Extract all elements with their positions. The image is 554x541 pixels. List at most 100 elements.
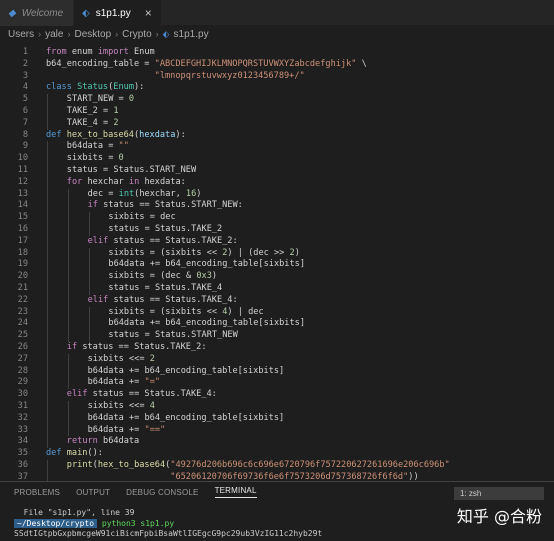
- terminal-line: SSdtIGtpbGxpbmcgeW91ciBicmFpbiBsaWtlIGEg…: [14, 529, 323, 538]
- code-token: b64data += b64_encoding_table[sixbits]: [87, 412, 285, 423]
- line-number: 10: [17, 153, 28, 164]
- line-number: 22: [17, 294, 28, 305]
- code-line[interactable]: 30 elif status == Status.TAKE_4:: [0, 389, 554, 401]
- indent-guide: [88, 318, 90, 331]
- indent-guide: [67, 353, 69, 366]
- tab-output[interactable]: OUTPUT: [76, 488, 110, 497]
- code-line[interactable]: 10 sixbits = 0: [0, 153, 554, 165]
- code-token: b64data += b64_encoding_table[sixbits]: [108, 318, 305, 329]
- indent-guide: [47, 106, 48, 118]
- code-line[interactable]: 19 b64data += b64_encoding_table[sixbits]: [0, 259, 554, 272]
- code-line[interactable]: 32 b64data += b64_encoding_table[sixbits]: [0, 412, 554, 425]
- code-editor[interactable]: 1 from enum import Enum 2 b64_encoding_tabl…: [0, 43, 554, 481]
- code-line[interactable]: 26 if status == Status.TAKE_2:: [0, 342, 554, 354]
- code-line[interactable]: 9 b64data = "": [0, 141, 554, 154]
- code-line[interactable]: 25 status = Status.START_NEW: [0, 330, 554, 342]
- code-token: 2: [113, 117, 119, 128]
- code-token: in: [128, 176, 140, 187]
- code-line[interactable]: 8 def hex_to_base64(hexdata):: [0, 130, 554, 142]
- code-token: TAKE_2 =: [66, 106, 114, 116]
- code-line[interactable]: 3 "lmnopqrstuvwxyz0123456789+/": [0, 71, 554, 83]
- code-token: 0: [128, 94, 135, 105]
- terminal-line: File "s1p1.py", line 39: [14, 508, 135, 517]
- breadcrumb-item[interactable]: Users: [8, 29, 34, 40]
- code-text: b64data += "=": [88, 377, 160, 389]
- code-text: print(hex_to_base64("49276d206b696c6c696…: [67, 460, 450, 472]
- code-text: status = Status.TAKE_4: [108, 283, 222, 295]
- code-token: sixbits = (sixbits <<: [108, 306, 223, 317]
- breadcrumb-item[interactable]: Crypto: [122, 29, 151, 40]
- line-number: 4: [22, 82, 28, 93]
- code-text: sixbits = (sixbits << 2) | (dec >> 2): [108, 248, 299, 260]
- indent-guide: [88, 224, 90, 236]
- code-line[interactable]: 11 status = Status.START_NEW: [0, 165, 554, 177]
- code-line[interactable]: 4 class Status(Enum):: [0, 82, 554, 94]
- code-line[interactable]: 14 if status == Status.START_NEW:: [0, 200, 554, 213]
- code-line[interactable]: 15 sixbits = dec: [0, 212, 554, 224]
- code-token: enum: [66, 47, 98, 57]
- code-text: b64data += b64_encoding_table[sixbits]: [88, 413, 285, 425]
- breadcrumb-item[interactable]: Desktop: [74, 29, 111, 40]
- terminal-output[interactable]: File "s1p1.py", line 39 ~/Desktop/crypto …: [14, 508, 322, 540]
- code-line[interactable]: 6 TAKE_2 = 1: [0, 106, 554, 118]
- indent-guide: [67, 365, 69, 378]
- code-line[interactable]: 28 b64data += b64_encoding_table[sixbits]: [0, 365, 554, 378]
- code-line[interactable]: 37 "65206120706f69736f6e6f7573206d757368…: [0, 471, 554, 481]
- code-token: b64data: [97, 436, 140, 447]
- indent-guide: [47, 188, 48, 201]
- close-icon[interactable]: ×: [145, 6, 152, 20]
- tab-debug-console[interactable]: DEBUG CONSOLE: [126, 488, 198, 497]
- code-line[interactable]: 5 START_NEW = 0: [0, 94, 554, 106]
- code-token: sixbits = dec: [108, 212, 176, 223]
- code-line[interactable]: 23 sixbits = (sixbits << 4) | dec: [0, 306, 554, 319]
- code-token: ): [211, 271, 218, 282]
- code-line[interactable]: 21 status = Status.TAKE_4: [0, 283, 554, 295]
- code-token: "ABCDEFGHIJKLMNOPQRSTUVWXYZabcdefghijk": [154, 58, 357, 69]
- code-line[interactable]: 13 dec = int(hexchar, 16): [0, 188, 554, 201]
- code-line[interactable]: 34 return b64data: [0, 436, 554, 449]
- code-line[interactable]: 17 elif status == Status.TAKE_2:: [0, 235, 554, 248]
- code-token: b64data =: [66, 141, 119, 152]
- code-text: elif status == Status.TAKE_4:: [88, 295, 238, 307]
- code-line[interactable]: 24 b64data += b64_encoding_table[sixbits]: [0, 318, 554, 331]
- code-token: ):: [175, 129, 186, 140]
- code-line[interactable]: 1 from enum import Enum: [0, 47, 554, 59]
- line-number: 34: [17, 436, 28, 447]
- code-line[interactable]: 12 for hexchar in hexdata:: [0, 176, 554, 189]
- tab-s1p1[interactable]: ⬖ s1p1.py ×: [74, 0, 162, 26]
- code-token: if: [66, 342, 78, 352]
- code-line[interactable]: 27 sixbits <<= 2: [0, 353, 554, 366]
- code-line[interactable]: 31 sixbits <<= 4: [0, 401, 554, 413]
- indent-guide: [47, 342, 48, 354]
- chevron-right-icon: ›: [155, 29, 159, 39]
- code-token: elif: [66, 389, 88, 400]
- code-token: hexchar: [82, 176, 129, 187]
- code-token: (hexchar,: [134, 188, 186, 199]
- code-token: elif: [87, 235, 109, 246]
- code-line[interactable]: 7 TAKE_4 = 2: [0, 117, 554, 130]
- code-line[interactable]: 20 sixbits = (dec & 0x3): [0, 271, 554, 283]
- tab-welcome[interactable]: ◆ Welcome: [0, 0, 74, 26]
- code-line[interactable]: 16 status = Status.TAKE_2: [0, 224, 554, 236]
- code-token: import: [97, 47, 129, 57]
- code-line[interactable]: 29 b64data += "=": [0, 377, 554, 390]
- code-line[interactable]: 2 b64_encoding_table = "ABCDEFGHIJKLMNOPQ…: [0, 59, 554, 71]
- code-line[interactable]: 33 b64data += "==": [0, 424, 554, 437]
- code-token: sixbits <<=: [87, 353, 150, 364]
- code-line[interactable]: 35 def main():: [0, 448, 554, 460]
- terminal-prompt-line: ~/Desktop/crypto python3 s1p1.py: [14, 518, 322, 530]
- line-number: 31: [17, 401, 28, 411]
- line-number: 20: [17, 271, 28, 282]
- code-line[interactable]: 18 sixbits = (sixbits << 2) | (dec >> 2): [0, 247, 554, 260]
- breadcrumb-item[interactable]: yale: [45, 29, 63, 40]
- code-line[interactable]: 36 print(hex_to_base64("49276d206b696c6c6…: [0, 460, 554, 472]
- code-line[interactable]: 22 elif status == Status.TAKE_4:: [0, 294, 554, 307]
- breadcrumb-item[interactable]: s1p1.py: [174, 29, 209, 40]
- code-token: dec =: [87, 188, 119, 199]
- tab-problems[interactable]: PROBLEMS: [14, 488, 60, 497]
- chevron-right-icon: ›: [38, 29, 42, 39]
- code-token: def: [46, 448, 62, 459]
- terminal-select[interactable]: 1: zsh: [454, 487, 544, 500]
- tab-terminal[interactable]: TERMINAL: [214, 486, 257, 498]
- code-token: def: [46, 129, 62, 140]
